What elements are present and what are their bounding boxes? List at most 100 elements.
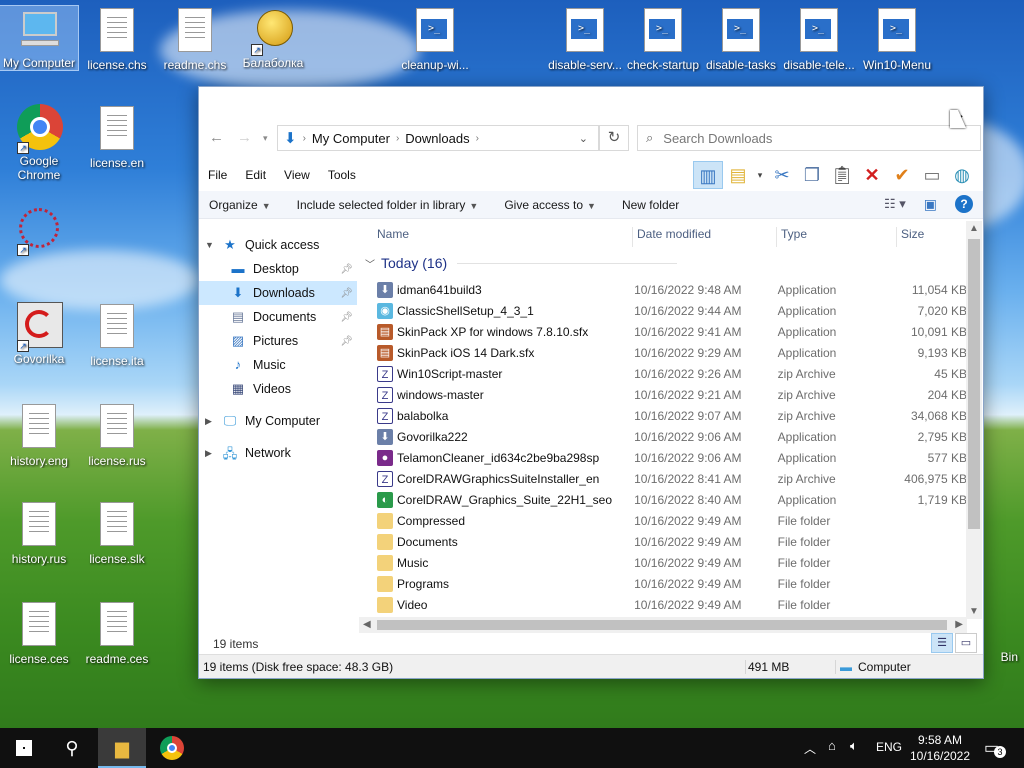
desktop-icon-license-rus[interactable]: license.rus [78, 402, 156, 468]
column-size[interactable]: Size [897, 227, 967, 247]
menu-view[interactable]: View [275, 168, 319, 182]
horizontal-scrollbar[interactable]: ◀ ▶ [359, 617, 967, 633]
back-arrow-icon[interactable]: ← [209, 129, 224, 146]
give-access-button[interactable]: Give access to ▼ [494, 198, 606, 212]
clock[interactable]: 9:58 AM 10/16/2022 [908, 732, 972, 764]
scroll-right-icon[interactable]: ▶ [955, 619, 963, 630]
desktop-icon-license-chs[interactable]: license.chs [78, 6, 156, 72]
menu-file[interactable]: File [199, 168, 236, 182]
recent-locations-chevron-icon[interactable]: ▾ [263, 133, 268, 144]
refresh-button[interactable]: ↻ [599, 125, 629, 151]
file-row[interactable]: ▤ SkinPack XP for windows 7.8.10.sfx 10/16… [377, 321, 967, 342]
details-pane-icon[interactable]: ▣ [924, 196, 937, 213]
rename-icon[interactable]: ▭ [917, 161, 947, 189]
file-row[interactable]: Z CorelDRAWGraphicsSuiteInstaller_en 10/16… [377, 468, 967, 489]
folder-options-icon[interactable]: ▤ [723, 161, 753, 189]
vertical-scrollbar[interactable]: ▲ ▼ [966, 221, 982, 619]
chrome-taskbar-button[interactable] [148, 728, 196, 768]
desktop-icon-govorilka[interactable]: ↗ Govorilka [0, 302, 78, 366]
paste-icon[interactable]: 📋︎ [827, 161, 857, 189]
search-box[interactable]: ⌕ Search Downloads [637, 125, 981, 151]
new-folder-button[interactable]: New folder [612, 198, 689, 212]
nav-quick-access[interactable]: ▼ ★ Quick access [199, 233, 357, 257]
show-hidden-icons-chevron-icon[interactable]: ︿ [804, 740, 816, 757]
nav-pictures[interactable]: ▨ Pictures 📌︎ [199, 329, 357, 353]
network-icon[interactable]: ⌂ [828, 738, 836, 753]
desktop-icon-readme-chs[interactable]: readme.chs [156, 6, 234, 72]
column-date-modified[interactable]: Date modified [633, 227, 777, 247]
file-row[interactable]: Compressed 10/16/2022 9:49 AM File folder [377, 510, 967, 531]
desktop-icon-flower[interactable]: ↗ [0, 206, 78, 256]
breadcrumb-my-computer[interactable]: My Computer [312, 131, 390, 146]
nav-network[interactable]: ▶ 🖧︎ Network [199, 441, 357, 465]
column-type[interactable]: Type [777, 227, 897, 247]
desktop-icon-google-chrome[interactable]: ↗ Google Chrome [0, 104, 78, 182]
file-row[interactable]: ▤ SkinPack iOS 14 Dark.sfx 10/16/2022 9:29… [377, 342, 967, 363]
notification-center-button[interactable]: ▭ 3 [984, 738, 1006, 758]
help-icon[interactable]: ? [955, 195, 973, 213]
nav-music[interactable]: ♪ Music [199, 353, 357, 377]
menu-tools[interactable]: Tools [319, 168, 365, 182]
properties-check-icon[interactable]: ✔ [887, 161, 917, 189]
file-row[interactable]: ⬇ Govorilka222 10/16/2022 9:06 AM Applicati… [377, 426, 967, 447]
desktop-icon-history-eng[interactable]: history.eng [0, 402, 78, 468]
language-indicator[interactable]: ENG [876, 740, 902, 754]
desktop-icon-disable-telemetry[interactable]: disable-tele... [780, 6, 858, 72]
start-button[interactable] [0, 728, 48, 768]
file-row[interactable]: ⬇ idman641build3 10/16/2022 9:48 AM Applica… [377, 279, 967, 300]
desktop-icon-license-ita[interactable]: license.ita [78, 302, 156, 368]
preview-pane-icon[interactable]: ▥ [693, 161, 723, 189]
breadcrumb-downloads[interactable]: Downloads [405, 131, 469, 146]
desktop-icon-license-ces[interactable]: license.ces [0, 600, 78, 666]
volume-icon[interactable]: 🔈︎ [850, 738, 858, 754]
file-explorer-taskbar-button[interactable]: ▆ [98, 728, 146, 768]
details-view-icon[interactable]: ☰ [931, 633, 953, 653]
file-row[interactable]: Documents 10/16/2022 9:49 AM File folder [377, 531, 967, 552]
desktop-icon-my-computer[interactable]: My Computer [0, 5, 79, 71]
desktop-icon-win10-menu[interactable]: Win10-Menu [858, 6, 936, 72]
title-bar[interactable] [199, 87, 983, 117]
desktop-icon-license-slk[interactable]: license.slk [78, 500, 156, 566]
address-dropdown-icon[interactable]: ⌄ [579, 132, 588, 145]
delete-icon[interactable]: ✕ [857, 161, 887, 189]
search-taskbar-button[interactable]: ⚲ [48, 728, 96, 768]
copy-icon[interactable]: ❐ [797, 161, 827, 189]
desktop-icon-disable-services[interactable]: disable-serv... [546, 6, 624, 72]
file-row[interactable]: Video 10/16/2022 9:49 AM File folder [377, 594, 967, 615]
view-options-icon[interactable]: ☷ ▾ [884, 196, 906, 212]
desktop-icon-check-startup[interactable]: check-startup [624, 6, 702, 72]
folder-options-dropdown-icon[interactable]: ▾ [753, 161, 767, 189]
desktop-icon-balabolka[interactable]: ↗ Балаболка [234, 6, 312, 70]
scroll-left-icon[interactable]: ◀ [363, 619, 371, 630]
file-row[interactable]: Z Win10Script-master 10/16/2022 9:26 AM zip… [377, 363, 967, 384]
nav-downloads[interactable]: ⬇ Downloads 📌︎ [199, 281, 357, 305]
desktop-icon-license-en[interactable]: license.en [78, 104, 156, 170]
file-row[interactable]: Zwindows-master 10/16/2022 9:21 AM zip Arc… [377, 384, 967, 405]
file-row[interactable]: ● TelamonCleaner_id634c2be9ba298sp 10/16/2… [377, 447, 967, 468]
column-name[interactable]: Name [373, 227, 633, 247]
scroll-down-icon[interactable]: ▼ [969, 606, 979, 617]
large-icons-view-icon[interactable]: ▭ [955, 633, 977, 653]
desktop-icon-history-rus[interactable]: history.rus [0, 500, 78, 566]
file-row[interactable]: Zbalabolka 10/16/2022 9:07 AM zip Archive 3… [377, 405, 967, 426]
nav-my-computer[interactable]: ▶ 🖵︎ My Computer [199, 409, 357, 433]
include-in-library-button[interactable]: Include selected folder in library ▼ [287, 198, 489, 212]
nav-desktop[interactable]: ▬ Desktop 📌︎ [199, 257, 357, 281]
forward-arrow-icon[interactable]: → [237, 129, 252, 146]
group-header-today[interactable]: ﹀ Today (16) [365, 255, 678, 271]
horizontal-scroll-thumb[interactable] [377, 620, 947, 630]
cut-icon[interactable]: ✂ [767, 161, 797, 189]
network-globe-icon[interactable]: ◍ [947, 161, 977, 189]
nav-documents[interactable]: ▤ Documents 📌︎ [199, 305, 357, 329]
file-row[interactable]: ◉ ClassicShellSetup_4_3_1 10/16/2022 9:44 … [377, 300, 967, 321]
desktop-icon-cleanup[interactable]: cleanup-wi... [396, 6, 474, 72]
file-row[interactable]: ◐ CorelDRAW_Graphics_Suite_22H1_seo 10/16/… [377, 489, 967, 510]
organize-button[interactable]: Organize ▼ [199, 198, 281, 212]
address-bar[interactable]: ⬇ › My Computer › Downloads › ⌄ [277, 125, 599, 151]
desktop-icon-disable-tasks[interactable]: disable-tasks [702, 6, 780, 72]
menu-edit[interactable]: Edit [236, 168, 275, 182]
file-row[interactable]: Programs 10/16/2022 9:49 AM File folder [377, 573, 967, 594]
scroll-up-icon[interactable]: ▲ [969, 223, 979, 234]
file-row[interactable]: Music 10/16/2022 9:49 AM File folder [377, 552, 967, 573]
desktop-icon-readme-ces[interactable]: readme.ces [78, 600, 156, 666]
